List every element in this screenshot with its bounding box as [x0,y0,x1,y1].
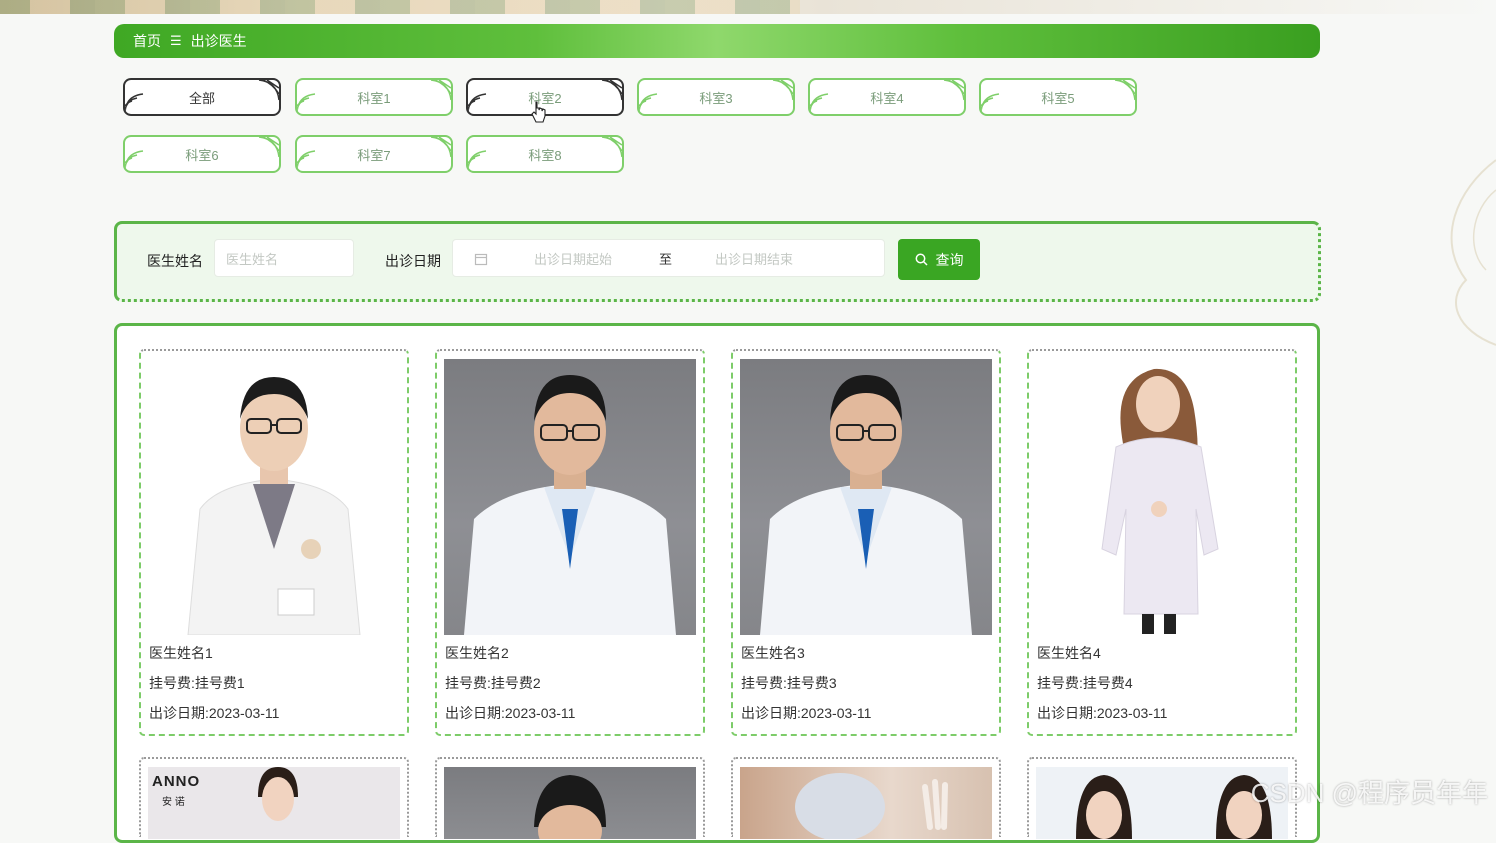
query-button[interactable]: 查询 [898,239,980,280]
doctor-name: 医生姓名4 [1037,645,1101,661]
doctor-portrait-image [464,375,676,635]
doctor-photo[interactable] [148,359,400,635]
doctor-card[interactable]: 医生姓名2 挂号费:挂号费2 出诊日期:2023-03-11 [435,349,705,736]
date-start-placeholder[interactable]: 出诊日期起始 [534,249,612,268]
category-label: 科室5 [1041,90,1075,106]
corner-ornament-icon [430,137,451,158]
corner-ornament-icon [810,93,829,114]
doctor-name-placeholder: 医生姓名 [226,251,279,267]
category-dept6-button[interactable]: 科室6 [123,135,281,173]
corner-ornament-icon [639,93,658,114]
top-banner-strip [0,0,1496,14]
doctor-photo[interactable] [444,359,696,635]
doctor-fee: 挂号费:挂号费3 [741,675,837,691]
calendar-icon [474,253,488,266]
corner-ornament-icon [468,150,487,171]
doctor-name: 医生姓名1 [149,645,213,661]
doctor-card[interactable]: ANNO 安 诺 [139,757,409,839]
doctor-photo[interactable]: ANNO 安 诺 [148,767,400,839]
corner-ornament-icon [1114,80,1135,101]
doctor-photo[interactable] [740,359,992,635]
doctor-portrait-image [258,767,298,821]
query-button-label: 查询 [935,251,964,268]
corner-ornament-icon [258,137,279,158]
visit-date-label: 出诊日期 [385,253,441,269]
category-label: 科室1 [357,90,391,106]
breadcrumb: 首页 ☰ 出诊医生 [114,24,1320,58]
category-label: 科室8 [528,147,562,163]
doctor-visit-date: 出诊日期:2023-03-11 [445,705,576,721]
breadcrumb-separator-icon: ☰ [170,33,182,48]
category-dept3-button[interactable]: 科室3 [637,78,795,116]
doctor-portrait-image [1101,368,1219,634]
doctor-photo[interactable] [740,767,992,839]
csdn-watermark: CSDN @程序员年年 [1250,778,1488,808]
corner-ornament-icon [297,150,316,171]
doctor-portrait-image [187,377,361,635]
brand-logo-subtitle: 安 诺 [162,797,185,808]
doctor-fee: 挂号费:挂号费1 [149,675,245,691]
doctor-photo[interactable] [444,767,696,839]
doctor-name: 医生姓名3 [741,645,805,661]
corner-ornament-icon [601,137,622,158]
decorative-flower-icon [1450,159,1496,346]
corner-ornament-icon [125,93,144,114]
doctor-fee: 挂号费:挂号费2 [445,675,541,691]
doctor-card[interactable]: 医生姓名3 挂号费:挂号费3 出诊日期:2023-03-11 [731,349,1001,736]
corner-ornament-icon [943,80,964,101]
doctor-fee: 挂号费:挂号费4 [1037,675,1133,691]
corner-ornament-icon [258,80,279,101]
category-label: 科室7 [357,147,391,163]
corner-ornament-icon [601,80,622,101]
brand-logo: ANNO [152,773,201,790]
search-icon [915,253,928,266]
corner-ornament-icon [468,93,487,114]
doctor-portrait-image [760,375,972,635]
corner-ornament-icon [125,150,144,171]
search-panel: 医生姓名 医生姓名 出诊日期 出诊日期起始 至 出诊日期结束 查询 [114,221,1321,302]
category-dept4-button[interactable]: 科室4 [808,78,966,116]
doctor-list-panel: 医生姓名1 挂号费:挂号费1 出诊日期:2023-03-11 医生姓名2 挂号费… [114,323,1320,843]
date-end-placeholder[interactable]: 出诊日期结束 [715,249,793,268]
doctor-visit-date: 出诊日期:2023-03-11 [149,705,280,721]
category-all-button[interactable]: 全部 [123,78,281,116]
doctor-card[interactable]: 医生姓名1 挂号费:挂号费1 出诊日期:2023-03-11 [139,349,409,736]
breadcrumb-home-link[interactable]: 首页 [133,31,161,51]
mouse-pointer-icon [531,101,546,123]
doctor-name-label: 医生姓名 [147,253,203,269]
category-dept7-button[interactable]: 科室7 [295,135,453,173]
corner-ornament-icon [772,80,793,101]
category-dept5-button[interactable]: 科室5 [979,78,1137,116]
doctor-visit-date: 出诊日期:2023-03-11 [741,705,872,721]
category-dept1-button[interactable]: 科室1 [295,78,453,116]
doctor-photo[interactable] [1036,359,1288,635]
category-label: 科室6 [185,147,219,163]
doctor-card[interactable] [435,757,705,839]
category-dept8-button[interactable]: 科室8 [466,135,624,173]
breadcrumb-current: 出诊医生 [190,33,247,49]
corner-ornament-icon [430,80,451,101]
date-range-separator: 至 [659,251,673,267]
corner-ornament-icon [297,93,316,114]
doctor-name-input[interactable]: 医生姓名 [214,239,354,277]
doctor-card[interactable] [731,757,1001,839]
visit-date-range-picker[interactable]: 出诊日期起始 至 出诊日期结束 [452,239,885,277]
category-label: 科室4 [870,90,904,106]
category-label: 科室3 [699,90,733,106]
doctor-card[interactable]: 医生姓名4 挂号费:挂号费4 出诊日期:2023-03-11 [1027,349,1297,736]
doctor-name: 医生姓名2 [445,645,509,661]
corner-ornament-icon [981,93,1000,114]
doctor-portrait-image [795,773,948,839]
category-label: 全部 [188,90,215,106]
doctor-portrait-image [534,775,606,839]
doctor-visit-date: 出诊日期:2023-03-11 [1037,705,1168,721]
